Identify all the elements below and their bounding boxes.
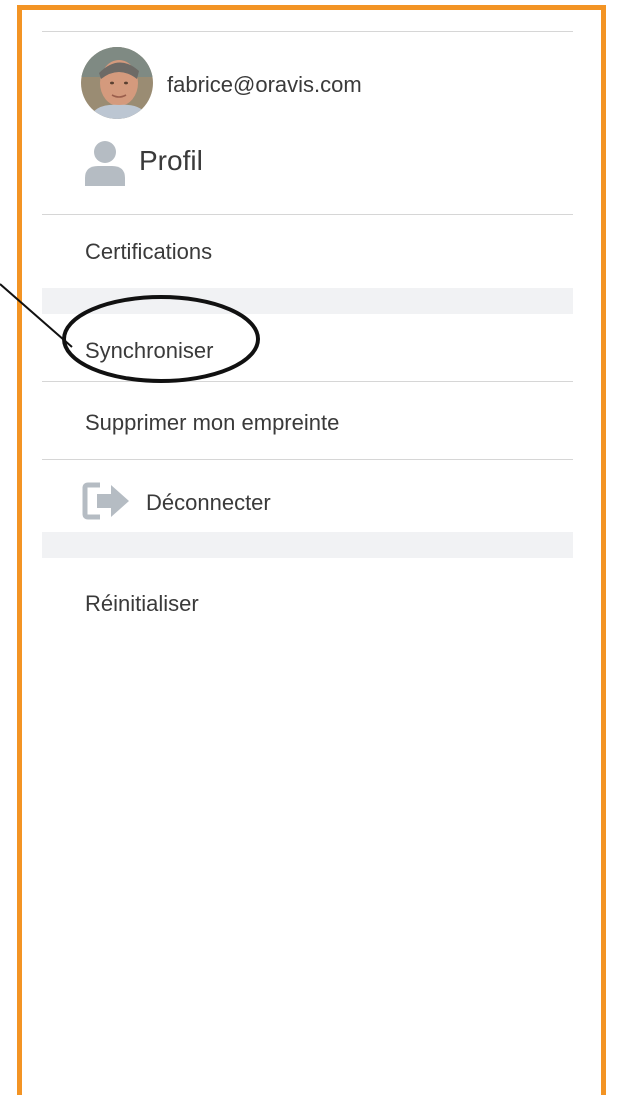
menu-item-delete-fingerprint[interactable]: Supprimer mon empreinte xyxy=(42,382,573,459)
menu-item-profile[interactable]: Profil xyxy=(42,128,573,214)
avatar xyxy=(81,47,153,119)
menu-item-logout[interactable]: Déconnecter xyxy=(42,460,573,532)
person-icon xyxy=(84,140,126,186)
menu-item-synchronize[interactable]: Synchroniser xyxy=(42,314,573,381)
section-gap xyxy=(42,532,573,558)
certifications-label: Certifications xyxy=(85,239,213,264)
user-email: fabrice@oravis.com xyxy=(167,72,362,97)
delete-fingerprint-label: Supprimer mon empreinte xyxy=(85,410,340,435)
menu-item-certifications[interactable]: Certifications xyxy=(42,215,573,288)
section-gap xyxy=(42,288,573,314)
logout-label: Déconnecter xyxy=(146,490,271,515)
side-menu: fabrice@oravis.com Profil Certifications… xyxy=(42,31,573,618)
reset-label: Réinitialiser xyxy=(85,591,199,616)
synchronize-label: Synchroniser xyxy=(85,338,214,363)
logout-icon xyxy=(82,481,132,521)
menu-item-reset[interactable]: Réinitialiser xyxy=(42,558,573,618)
profile-label: Profil xyxy=(139,145,203,176)
user-account-row[interactable]: fabrice@oravis.com xyxy=(42,32,573,128)
